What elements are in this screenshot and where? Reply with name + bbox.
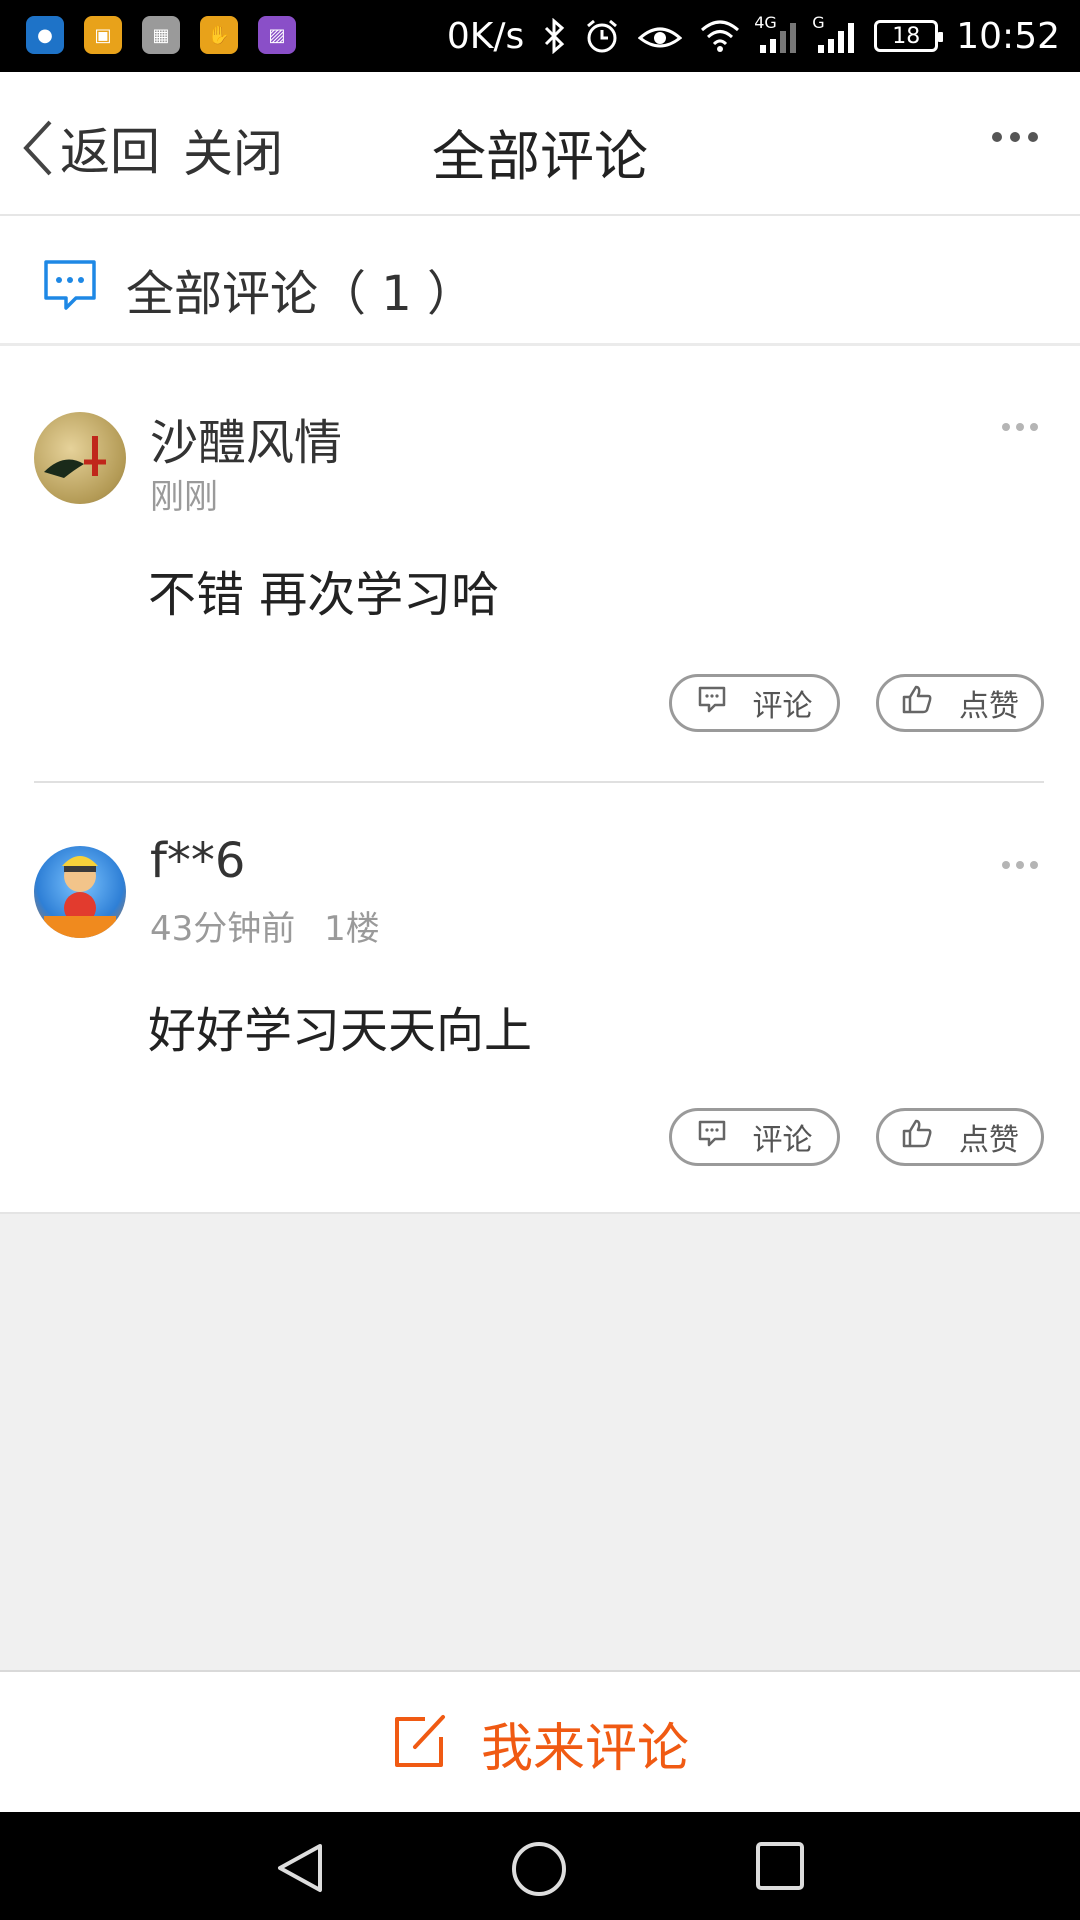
reply-comment-icon — [697, 1118, 727, 1156]
more-dots-icon — [992, 132, 1038, 142]
comment-time-text: 43分钟前 — [150, 909, 296, 949]
edit-icon — [391, 1711, 451, 1775]
status-bar: ● ▣ ▦ ✋ ▨ 0K/s 4G G 18 10:52 — [0, 0, 1080, 72]
thumbs-up-icon — [901, 1118, 933, 1156]
comment-time-text: 刚刚 — [150, 477, 218, 517]
reply-button[interactable]: 评论 — [669, 1108, 840, 1166]
comment-item: 沙醴风情 刚刚 不错 再次学习哈 评论 点赞 — [0, 349, 1080, 781]
comment-text: 好好学习天天向上 — [148, 1003, 533, 1059]
hand-app-icon: ✋ — [200, 16, 238, 54]
thumbs-up-icon — [901, 684, 933, 722]
net-speed: 0K/s — [446, 15, 525, 57]
comments-section-header: 全部评论（ 1 ） — [0, 216, 1080, 346]
empty-area — [0, 1212, 1080, 1670]
signal-4g-label: 4G — [754, 13, 777, 32]
write-comment-label: 我来评论 — [480, 1718, 689, 1779]
reply-label: 评论 — [752, 689, 813, 724]
comment-username[interactable]: f**6 — [150, 833, 245, 889]
nav-back-button[interactable] — [272, 1840, 328, 1900]
like-button[interactable]: 点赞 — [876, 674, 1044, 732]
like-button[interactable]: 点赞 — [876, 1108, 1044, 1166]
signal-g-label: G — [812, 13, 825, 32]
bluetooth-icon — [542, 18, 566, 54]
photo-app-icon: ▦ — [142, 16, 180, 54]
gallery-app-icon: ▨ — [258, 16, 296, 54]
battery-level: 18 — [892, 23, 921, 49]
comment-text: 不错 再次学习哈 — [148, 567, 500, 623]
more-menu-button[interactable] — [992, 132, 1038, 142]
like-label: 点赞 — [959, 1123, 1019, 1158]
bottom-comment-bar: 我来评论 — [0, 1670, 1080, 1812]
comments-count-title: 全部评论（ 1 ） — [126, 266, 476, 322]
reply-button[interactable]: 评论 — [669, 674, 840, 732]
comment-floor: 1楼 — [324, 909, 380, 949]
clock: 10:52 — [956, 15, 1060, 57]
notification-icons: ● ▣ ▦ ✋ ▨ — [26, 16, 296, 54]
eye-icon — [638, 20, 683, 52]
nav-recents-button[interactable] — [754, 1840, 806, 1896]
comment-bubble-icon — [40, 256, 100, 320]
page-title: 全部评论 — [432, 125, 648, 188]
alarm-icon — [584, 18, 620, 54]
comment-meta: 43分钟前 1楼 — [150, 901, 380, 950]
comment-more-button[interactable] — [1002, 861, 1038, 869]
message-app-icon: ● — [26, 16, 64, 54]
avatar[interactable] — [34, 412, 126, 504]
comment-more-button[interactable] — [1002, 423, 1038, 431]
write-comment-button[interactable]: 我来评论 — [0, 1672, 1080, 1814]
header: 返回 关闭 全部评论 — [0, 72, 1080, 216]
signal-4g-icon: 4G — [754, 13, 798, 53]
signal-g-icon: G — [812, 13, 856, 53]
comment-item: f**6 43分钟前 1楼 好好学习天天向上 评论 点赞 — [0, 783, 1080, 1210]
wifi-icon — [700, 20, 740, 52]
system-nav-bar — [0, 1812, 1080, 1920]
reply-label: 评论 — [752, 1123, 813, 1158]
avatar[interactable] — [34, 846, 126, 938]
comment-username[interactable]: 沙醴风情 — [150, 403, 342, 473]
nav-home-button[interactable] — [510, 1840, 568, 1902]
lock-app-icon: ▣ — [84, 16, 122, 54]
reply-comment-icon — [697, 684, 727, 722]
battery-icon: 18 — [874, 20, 944, 52]
like-label: 点赞 — [959, 689, 1019, 724]
comment-time: 刚刚 — [150, 469, 218, 518]
